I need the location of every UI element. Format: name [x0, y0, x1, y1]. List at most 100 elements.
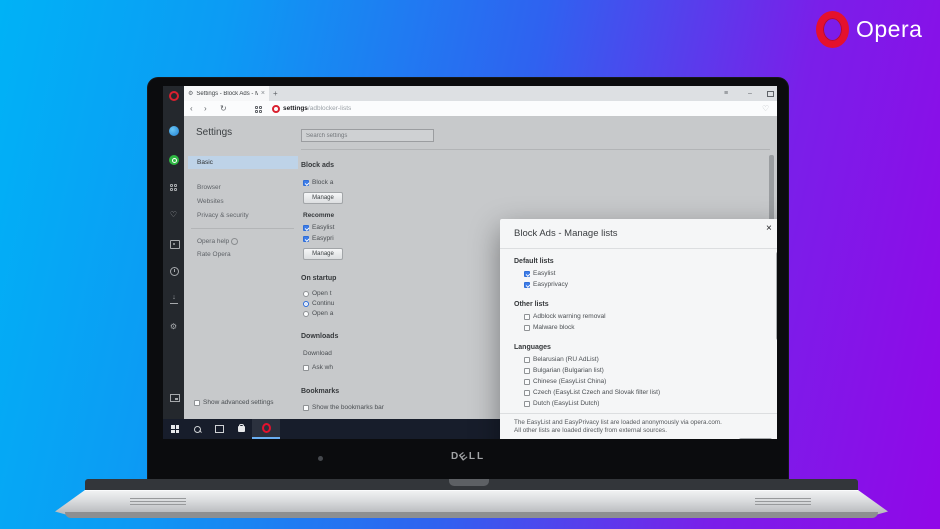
list-label: Czech (EasyList Czech and Slovak filter …	[533, 389, 660, 396]
tab-menu-icon[interactable]: ≡	[724, 89, 728, 98]
startup-radio-1[interactable]	[303, 291, 309, 297]
new-tab-button[interactable]: +	[273, 89, 278, 98]
downloads-icon[interactable]: ↓	[170, 295, 178, 304]
dialog-list-row[interactable]: Chinese (EasyList China)	[524, 378, 606, 385]
dialog-list-row[interactable]: Czech (EasyList Czech and Slovak filter …	[524, 389, 660, 396]
manage-button-2[interactable]: Manage	[303, 248, 343, 260]
dialog-close-icon[interactable]: ×	[766, 224, 772, 234]
ask-where-label: Ask wh	[312, 364, 333, 371]
dutch-checkbox[interactable]	[524, 401, 530, 407]
link-rate-opera[interactable]: Rate Opera	[188, 248, 298, 261]
bookmarks-heart-icon[interactable]: ♡	[163, 210, 184, 219]
startup-radio-2[interactable]	[303, 301, 309, 307]
show-bookmarks-bar-row[interactable]: Show the bookmarks bar	[303, 404, 384, 411]
nav-item-privacy-security[interactable]: Privacy & security	[188, 209, 298, 222]
startup-radio-3[interactable]	[303, 311, 309, 317]
store-button[interactable]	[231, 419, 251, 439]
laptop-base	[55, 479, 888, 519]
block-ads-enable-row[interactable]: Block a	[303, 179, 333, 186]
back-icon[interactable]: ‹	[190, 104, 193, 114]
personal-news-icon[interactable]	[170, 240, 180, 249]
dell-logo: DELL	[148, 451, 788, 462]
list-label: Adblock warning removal	[533, 313, 606, 320]
easyprivacy-row[interactable]: Easypri	[303, 235, 334, 242]
startup-option-2-label: Continu	[312, 300, 334, 307]
active-tab[interactable]: ⚙ Settings - Block Ads - Ma ×	[184, 86, 269, 101]
nav-item-browser[interactable]: Browser	[188, 181, 298, 194]
search-settings-input[interactable]	[301, 129, 434, 142]
dialog-list-row[interactable]: Adblock warning removal	[524, 313, 606, 320]
taskbar-opera-button[interactable]	[252, 419, 280, 439]
dialog-list-row[interactable]: Easyprivacy	[524, 281, 568, 288]
opera-brand-logo: Opera	[816, 11, 922, 48]
whatsapp-icon[interactable]	[169, 155, 179, 165]
url-path: /adblocker-lists	[308, 105, 351, 112]
easylist-checkbox[interactable]	[303, 225, 309, 231]
adblock-warning-removal-checkbox[interactable]	[524, 314, 530, 320]
startup-option-row[interactable]: Open t	[303, 290, 332, 297]
startup-option-row[interactable]: Open a	[303, 310, 333, 317]
link-opera-help[interactable]: Opera help	[188, 235, 298, 248]
dialog-list-row[interactable]: Bulgarian (Bulgarian list)	[524, 367, 604, 374]
video-popout-icon[interactable]	[170, 394, 180, 402]
belarusian-checkbox[interactable]	[524, 357, 530, 363]
show-bookmarks-bar-checkbox[interactable]	[303, 405, 309, 411]
history-icon[interactable]	[170, 267, 179, 276]
save-to-bookmarks-heart-icon[interactable]: ♡	[762, 104, 769, 113]
minimize-button[interactable]: –	[748, 89, 752, 98]
startup-option-row[interactable]: Continu	[303, 300, 334, 307]
browser-sidebar: ♡ ↓ ⚙	[163, 86, 184, 419]
reload-icon[interactable]: ↻	[220, 104, 227, 114]
advanced-settings-label: Show advanced settings	[203, 399, 273, 406]
settings-gear-icon[interactable]: ⚙	[163, 322, 184, 331]
manage-button-1[interactable]: Manage	[303, 192, 343, 204]
easylist-dialog-checkbox[interactable]	[524, 271, 530, 277]
chinese-checkbox[interactable]	[524, 379, 530, 385]
czech-checkbox[interactable]	[524, 390, 530, 396]
easyprivacy-checkbox[interactable]	[303, 236, 309, 242]
opera-menu-icon[interactable]	[169, 91, 179, 101]
advanced-settings-checkbox[interactable]	[194, 400, 200, 406]
malware-block-checkbox[interactable]	[524, 325, 530, 331]
bulgarian-checkbox[interactable]	[524, 368, 530, 374]
ask-where-row[interactable]: Ask wh	[303, 364, 333, 371]
block-ads-heading: Block ads	[301, 162, 334, 169]
maximize-button[interactable]	[767, 91, 774, 97]
update-button[interactable]: Update	[739, 438, 772, 439]
search-icon	[194, 426, 201, 433]
languages-heading: Languages	[514, 344, 551, 351]
bookmarks-heading: Bookmarks	[301, 388, 339, 395]
dialog-list-row[interactable]: Easylist	[524, 270, 555, 277]
tab-tiles-icon[interactable]	[255, 106, 262, 113]
messenger-icon[interactable]	[169, 126, 179, 136]
easyprivacy-dialog-checkbox[interactable]	[524, 282, 530, 288]
start-button[interactable]	[165, 419, 185, 439]
dialog-list-row[interactable]: Malware block	[524, 324, 575, 331]
download-location-label: Download	[303, 350, 332, 357]
forward-icon[interactable]: ›	[204, 104, 207, 114]
dialog-scrollbar[interactable]	[776, 252, 777, 340]
task-view-button[interactable]	[209, 419, 229, 439]
url-field[interactable]: settings/adblocker-lists	[283, 105, 351, 112]
ask-where-checkbox[interactable]	[303, 365, 309, 371]
external-link-icon	[231, 238, 238, 245]
dialog-list-row[interactable]: Dutch (EasyList Dutch)	[524, 400, 599, 407]
other-lists-heading: Other lists	[514, 301, 549, 308]
list-label: Chinese (EasyList China)	[533, 378, 606, 385]
nav-item-basic[interactable]: Basic	[188, 156, 298, 169]
dialog-header-divider	[500, 248, 777, 249]
tab-title: Settings - Block Ads - Ma	[196, 91, 258, 97]
startup-option-3-label: Open a	[312, 310, 333, 317]
show-advanced-settings-row[interactable]: Show advanced settings	[194, 399, 273, 406]
taskbar-search-button[interactable]	[187, 419, 207, 439]
dialog-list-row[interactable]: Belarusian (RU AdList)	[524, 356, 599, 363]
dialog-title: Block Ads - Manage lists	[514, 228, 618, 239]
tab-bar: ⚙ Settings - Block Ads - Ma × + ≡ – ×	[184, 86, 777, 101]
easylist-row[interactable]: Easylist	[303, 224, 334, 231]
tab-close-icon[interactable]: ×	[261, 90, 265, 97]
speed-dial-icon[interactable]	[170, 184, 177, 191]
opera-badge-icon	[272, 105, 280, 113]
easylist-label: Easylist	[312, 224, 334, 231]
nav-item-websites[interactable]: Websites	[188, 195, 298, 208]
block-ads-checkbox[interactable]	[303, 180, 309, 186]
